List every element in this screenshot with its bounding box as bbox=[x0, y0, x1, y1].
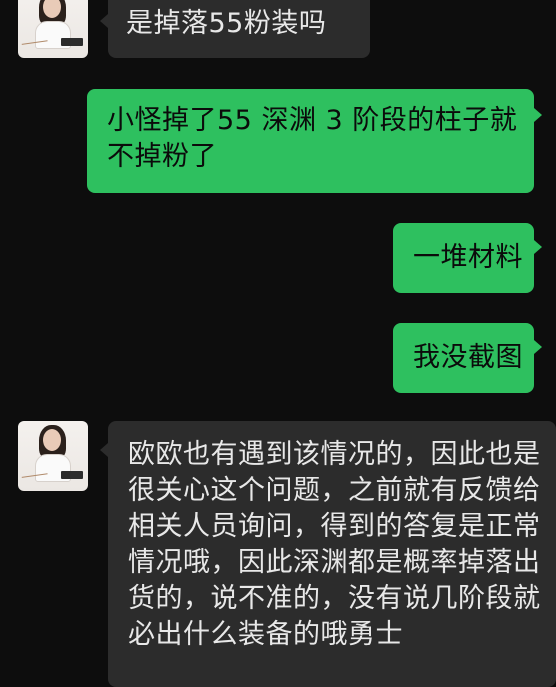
outgoing-bubble-tail bbox=[534, 240, 542, 254]
incoming-bubble-tail bbox=[100, 14, 108, 28]
message-text: 是掉落55粉装吗 bbox=[126, 8, 327, 39]
chat-thread: 是掉落55粉装吗 小怪掉了55 深渊 3 阶段的柱子就不掉粉了 一堆材料 我没截… bbox=[0, 0, 556, 687]
avatar-logo-mark bbox=[61, 38, 83, 46]
avatar-logo-mark bbox=[61, 471, 83, 479]
message-bubble-outgoing[interactable]: 一堆材料 bbox=[393, 223, 534, 293]
contact-avatar[interactable] bbox=[18, 0, 88, 58]
contact-avatar[interactable] bbox=[18, 421, 88, 491]
incoming-bubble-tail bbox=[100, 443, 108, 457]
message-text: 小怪掉了55 深渊 3 阶段的柱子就不掉粉了 bbox=[107, 105, 518, 172]
message-bubble-outgoing[interactable]: 我没截图 bbox=[393, 323, 534, 393]
message-text: 一堆材料 bbox=[413, 242, 523, 273]
outgoing-bubble-tail bbox=[534, 340, 542, 354]
message-bubble-incoming[interactable]: 是掉落55粉装吗 bbox=[108, 0, 370, 58]
message-bubble-incoming[interactable]: 欧欧也有遇到该情况的，因此也是很关心这个问题，之前就有反馈给相关人员询问，得到的… bbox=[108, 421, 556, 687]
outgoing-bubble-tail bbox=[534, 108, 542, 122]
message-text: 欧欧也有遇到该情况的，因此也是很关心这个问题，之前就有反馈给相关人员询问，得到的… bbox=[128, 439, 541, 650]
avatar-face bbox=[43, 429, 61, 451]
message-text: 我没截图 bbox=[413, 342, 523, 373]
message-bubble-outgoing[interactable]: 小怪掉了55 深渊 3 阶段的柱子就不掉粉了 bbox=[87, 89, 534, 193]
